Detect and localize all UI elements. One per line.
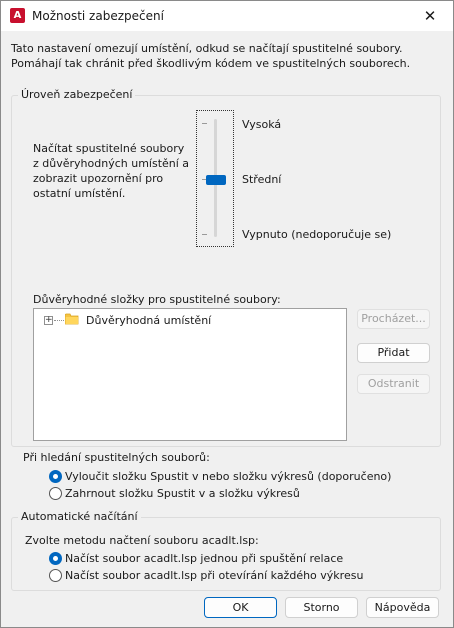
remove-button[interactable]: Odstranit xyxy=(357,374,430,394)
browse-button[interactable]: Procházet... xyxy=(357,309,430,329)
title-bar[interactable]: A Možnosti zabezpečení ✕ xyxy=(1,1,453,31)
autocad-app-icon: A xyxy=(10,8,25,23)
load-once-radio[interactable] xyxy=(49,552,62,565)
tree-connector xyxy=(54,320,64,321)
include-startin-label[interactable]: Zahrnout složku Spustit v a složku výkre… xyxy=(65,487,300,500)
autoload-group-label: Automatické načítání xyxy=(18,510,141,523)
trusted-folders-label: Důvěryhodné složky pro spustitelné soubo… xyxy=(33,293,281,306)
include-startin-radio[interactable] xyxy=(49,487,62,500)
folder-icon xyxy=(65,313,79,325)
level-label-off: Vypnuto (nedoporučuje se) xyxy=(242,228,392,241)
security-options-dialog: A Možnosti zabezpečení ✕ Tato nastavení … xyxy=(0,0,454,628)
window-title: Možnosti zabezpečení xyxy=(32,9,164,23)
slider-tick-off xyxy=(202,234,207,235)
trusted-folders-tree[interactable]: + Důvěryhodná umístění xyxy=(33,308,347,441)
slider-thumb[interactable] xyxy=(206,175,226,185)
security-level-group-label: Úroveň zabezpečení xyxy=(18,88,136,101)
exclude-startin-radio[interactable] xyxy=(49,470,62,483)
ok-button[interactable]: OK xyxy=(204,597,277,618)
close-icon: ✕ xyxy=(423,7,437,25)
help-button[interactable]: Nápověda xyxy=(366,597,439,618)
slider-tick-high xyxy=(202,123,207,124)
security-level-description: Načítat spustitelné soubory z důvěryhodn… xyxy=(33,142,190,200)
cancel-button[interactable]: Storno xyxy=(285,597,358,618)
add-button[interactable]: Přidat xyxy=(357,343,430,363)
tree-item-trusted-locations[interactable]: Důvěryhodná umístění xyxy=(86,314,211,327)
load-once-label[interactable]: Načíst soubor acadlt.lsp jednou při spuš… xyxy=(65,552,343,565)
load-each-drawing-label[interactable]: Načíst soubor acadlt.lsp při otevírání k… xyxy=(65,569,363,582)
level-label-high: Vysoká xyxy=(242,118,282,131)
load-each-drawing-radio[interactable] xyxy=(49,569,62,582)
level-label-medium: Střední xyxy=(242,173,282,186)
expand-icon[interactable]: + xyxy=(44,316,53,325)
close-button[interactable]: ✕ xyxy=(407,1,453,31)
search-options-label: Při hledání spustitelných souborů: xyxy=(23,451,210,464)
dialog-body: Tato nastavení omezují umístění, odkud s… xyxy=(1,31,453,627)
autoload-prompt: Zvolte metodu načtení souboru acadlt.lsp… xyxy=(25,534,259,547)
intro-text: Tato nastavení omezují umístění, odkud s… xyxy=(11,42,411,70)
exclude-startin-label[interactable]: Vyloučit složku Spustit v nebo složku vý… xyxy=(65,470,391,483)
security-level-slider[interactable] xyxy=(196,110,234,247)
